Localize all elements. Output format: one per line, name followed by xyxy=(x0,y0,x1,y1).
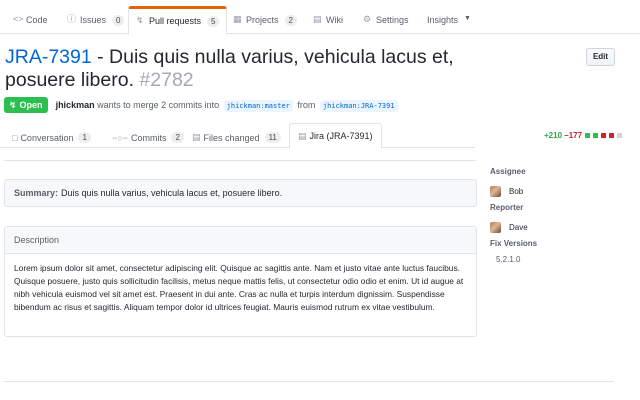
commit-icon: −○− xyxy=(112,132,128,143)
diffstat-block xyxy=(609,133,615,138)
code-icon: <> xyxy=(13,14,24,24)
pull-requests-counter: 5 xyxy=(207,16,220,27)
diffstat-block xyxy=(601,133,607,138)
files-changed-counter: 11 xyxy=(264,132,281,143)
deletions-count: −177 xyxy=(564,131,583,140)
diffstat-block xyxy=(593,133,599,138)
reporter[interactable]: Dave xyxy=(490,215,620,239)
tab-label: Jira (JRA-7391) xyxy=(309,131,373,141)
nav-tab-label: Issues xyxy=(80,15,107,25)
description-heading: Description xyxy=(5,227,476,254)
nav-tab-label: Projects xyxy=(246,15,279,25)
description-box: Description Lorem ipsum dolor sit amet, … xyxy=(4,226,477,337)
jira-card-icon: ▤ xyxy=(298,130,307,141)
pr-meta: ↯ Open jhickman wants to merge 2 commits… xyxy=(4,97,400,113)
nav-tab-issues[interactable]: ⓘ Issues 0 xyxy=(60,9,131,34)
tab-label: Conversation xyxy=(20,132,74,143)
pull-request-icon: ↯ xyxy=(136,15,144,25)
nav-tab-label: Wiki xyxy=(326,15,343,25)
commits-counter: 2 xyxy=(171,132,184,143)
tab-label: Commits xyxy=(130,132,167,143)
assignee-name: Bob xyxy=(509,186,524,196)
tab-commits[interactable]: −○− Commits 2 xyxy=(106,127,190,148)
description-text: Lorem ipsum dolor sit amet, consectetur … xyxy=(14,263,464,312)
jira-issue-link[interactable]: JRA-7391 xyxy=(5,46,92,68)
nav-tab-settings[interactable]: ⚙ Settings xyxy=(356,9,416,34)
fix-versions-label: Fix Versions xyxy=(490,239,538,248)
nav-tab-insights[interactable]: Insights ▼ xyxy=(420,9,478,34)
tab-jira[interactable]: ▤ Jira (JRA-7391) xyxy=(289,123,382,149)
wiki-icon: ▤ xyxy=(313,14,322,24)
nav-tab-pull-requests[interactable]: ↯ Pull requests 5 xyxy=(128,6,228,35)
footer-divider xyxy=(4,381,614,382)
summary-box: Summary: Duis quis nulla varius, vehicul… xyxy=(4,179,477,207)
nav-tab-label: Insights xyxy=(427,15,459,25)
assignee-label: Assignee xyxy=(490,167,526,176)
reporter-label: Reporter xyxy=(490,203,524,212)
pull-request-icon: ↯ xyxy=(9,99,17,110)
nav-tab-projects[interactable]: ▦ Projects 2 xyxy=(226,9,304,34)
additions-count: +210 xyxy=(544,131,563,140)
repo-nav: <> Code ⓘ Issues 0 ↯ Pull requests 5 ▦ P… xyxy=(0,0,640,35)
head-branch[interactable]: jhickman:JRA-7391 xyxy=(319,100,398,112)
content-divider xyxy=(4,160,476,161)
edit-button[interactable]: Edit xyxy=(586,48,615,66)
from-text: from xyxy=(297,100,316,110)
nav-tab-code[interactable]: <> Code xyxy=(6,9,55,34)
base-branch[interactable]: jhickman:master xyxy=(223,100,293,112)
chevron-down-icon: ▼ xyxy=(464,15,471,22)
diffstat: +210 −177 xyxy=(544,131,623,140)
status-badge: ↯ Open xyxy=(4,97,48,113)
tab-conversation[interactable]: □ Conversation 1 xyxy=(6,127,97,148)
diffstat-block xyxy=(617,133,623,138)
nav-tab-label: Pull requests xyxy=(149,16,202,26)
merge-description: jhickman wants to merge 2 commits into j… xyxy=(56,100,400,112)
issue-icon: ⓘ xyxy=(67,14,77,24)
status-label: Open xyxy=(19,100,43,110)
assignee[interactable]: Bob xyxy=(490,179,620,203)
project-icon: ▦ xyxy=(233,14,242,24)
summary-label: Summary: xyxy=(14,188,59,198)
fix-version: 5.2.1.0 xyxy=(496,255,521,264)
projects-counter: 2 xyxy=(284,15,297,26)
avatar xyxy=(490,185,501,197)
tab-files-changed[interactable]: ▤ Files changed 11 xyxy=(186,127,287,148)
issues-counter: 0 xyxy=(112,15,125,26)
diffstat-block xyxy=(585,133,591,138)
nav-tab-label: Settings xyxy=(376,15,409,25)
reporter-name: Dave xyxy=(509,222,528,232)
page-title: JRA-7391 - Duis quis nulla varius, vehic… xyxy=(5,46,525,92)
tab-label: Files changed xyxy=(203,132,260,143)
nav-tab-label: Code xyxy=(26,15,48,25)
file-diff-icon: ▤ xyxy=(192,132,201,142)
pr-number: #2782 xyxy=(139,69,194,91)
conversation-counter: 1 xyxy=(78,132,91,143)
gear-icon: ⚙ xyxy=(363,14,372,24)
summary-text: Duis quis nulla varius, vehicula lacus e… xyxy=(61,188,283,198)
nav-tab-wiki[interactable]: ▤ Wiki xyxy=(306,9,350,34)
sidebar: Assignee Bob Reporter Dave Fix Versions … xyxy=(490,167,620,264)
pr-tabs: □ Conversation 1 −○− Commits 2 ▤ Files c… xyxy=(0,122,640,149)
comment-icon: □ xyxy=(12,132,18,143)
avatar xyxy=(490,221,501,233)
author-link[interactable]: jhickman xyxy=(56,100,95,110)
merge-text: wants to merge 2 commits into xyxy=(97,100,220,110)
